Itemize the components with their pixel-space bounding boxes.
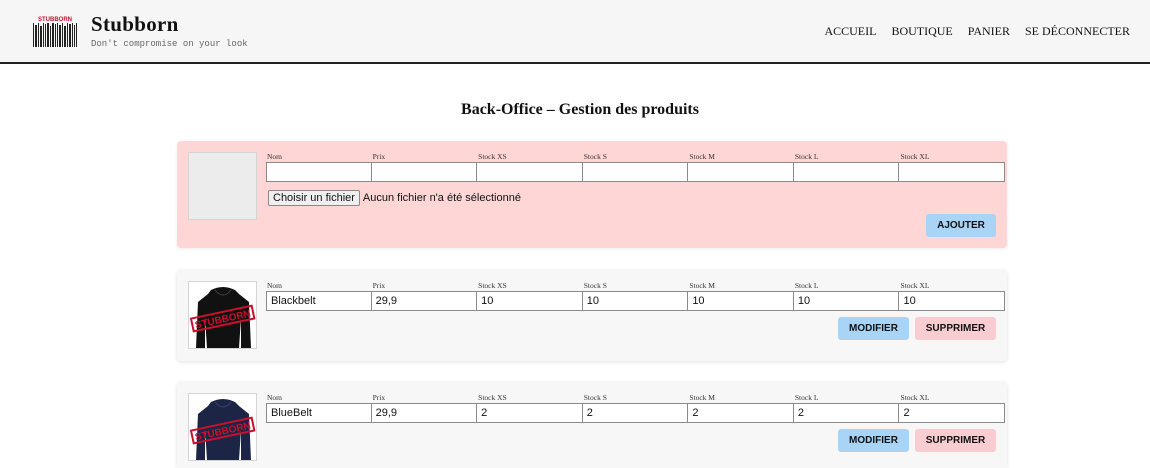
field-label: Stock M <box>689 281 715 290</box>
field-label: Nom <box>267 152 282 161</box>
hoodie-image: STUBBORN <box>189 287 256 348</box>
edit-button[interactable]: MODIFIER <box>838 429 909 452</box>
delete-button[interactable]: SUPPRIMER <box>915 429 996 452</box>
field-label: Stock XS <box>478 152 507 161</box>
product-image: STUBBORN <box>188 393 257 461</box>
nav-boutique[interactable]: BOUTIQUE <box>891 24 952 39</box>
nav-logout[interactable]: SE DÉCONNECTER <box>1025 24 1130 39</box>
field-label: Stock L <box>794 281 819 290</box>
field-label: Prix <box>372 393 386 402</box>
product-fields: Nom Prix Stock XS Stock S Stock M Stock … <box>266 281 1006 311</box>
brand-tagline: Don't compromise on your look <box>91 39 248 49</box>
field-label: Stock XS <box>478 281 507 290</box>
product-image-placeholder <box>188 152 257 220</box>
field-label: Prix <box>372 281 386 290</box>
field-label: Stock XL <box>900 393 930 402</box>
field-label: Nom <box>267 281 282 290</box>
file-picker: Choisir un fichier Aucun fichier n'a été… <box>268 190 521 206</box>
site-header: STUBBORN Stubborn Don't compromise on yo… <box>0 0 1150 64</box>
field-label: Prix <box>372 152 386 161</box>
stock-xs-input[interactable] <box>477 403 583 423</box>
stock-m-input[interactable] <box>688 291 794 311</box>
stock-xl-input[interactable] <box>899 162 1006 182</box>
stock-l-input[interactable] <box>793 291 900 311</box>
stock-s-input[interactable] <box>582 291 689 311</box>
stock-l-input[interactable] <box>793 162 900 182</box>
field-label: Stock S <box>583 281 607 290</box>
stock-xs-input[interactable] <box>477 162 583 182</box>
stock-m-input[interactable] <box>688 162 794 182</box>
product-fields: Nom Prix Stock XS Stock S Stock M Stock … <box>266 393 1006 423</box>
field-label: Stock XL <box>900 281 930 290</box>
stock-xs-input[interactable] <box>477 291 583 311</box>
name-input[interactable] <box>266 291 372 311</box>
main-nav: ACCUEIL BOUTIQUE PANIER SE DÉCONNECTER <box>824 24 1130 39</box>
product-card: STUBBORN Nom Prix Stock XS Stock S Stock… <box>177 382 1007 468</box>
edit-button[interactable]: MODIFIER <box>838 317 909 340</box>
field-label: Stock S <box>583 152 607 161</box>
price-input[interactable] <box>371 291 478 311</box>
stock-xl-input[interactable] <box>899 403 1006 423</box>
price-input[interactable] <box>371 403 478 423</box>
delete-button[interactable]: SUPPRIMER <box>915 317 996 340</box>
field-label: Stock M <box>689 152 715 161</box>
stock-xl-input[interactable] <box>899 291 1006 311</box>
field-label: Stock S <box>583 393 607 402</box>
stubborn-logo[interactable]: STUBBORN <box>32 14 78 48</box>
page-title: Back-Office – Gestion des produits <box>461 101 699 118</box>
svg-text:STUBBORN: STUBBORN <box>38 17 72 23</box>
choose-file-button[interactable]: Choisir un fichier <box>268 190 360 206</box>
nav-accueil[interactable]: ACCUEIL <box>824 24 876 39</box>
product-card: STUBBORN Nom Prix Stock XS Stock S Stock… <box>177 270 1007 361</box>
field-label: Stock M <box>689 393 715 402</box>
stock-s-input[interactable] <box>582 162 689 182</box>
price-input[interactable] <box>371 162 478 182</box>
stock-s-input[interactable] <box>582 403 689 423</box>
field-label: Stock L <box>794 152 819 161</box>
name-input[interactable] <box>266 403 372 423</box>
field-label: Stock XS <box>478 393 507 402</box>
file-status: Aucun fichier n'a été sélectionné <box>362 192 521 204</box>
add-button[interactable]: AJOUTER <box>926 214 996 237</box>
brand-name[interactable]: Stubborn <box>91 12 179 37</box>
new-product-fields: Nom Prix Stock XS Stock S Stock M Stock … <box>266 152 1006 182</box>
stock-m-input[interactable] <box>688 403 794 423</box>
hoodie-image: STUBBORN <box>189 399 256 460</box>
field-label: Stock XL <box>900 152 930 161</box>
stock-l-input[interactable] <box>793 403 900 423</box>
nav-panier[interactable]: PANIER <box>968 24 1010 39</box>
new-product-card: Nom Prix Stock XS Stock S Stock M Stock … <box>177 141 1007 248</box>
name-input[interactable] <box>266 162 372 182</box>
field-label: Stock L <box>794 393 819 402</box>
field-label: Nom <box>267 393 282 402</box>
product-image: STUBBORN <box>188 281 257 349</box>
